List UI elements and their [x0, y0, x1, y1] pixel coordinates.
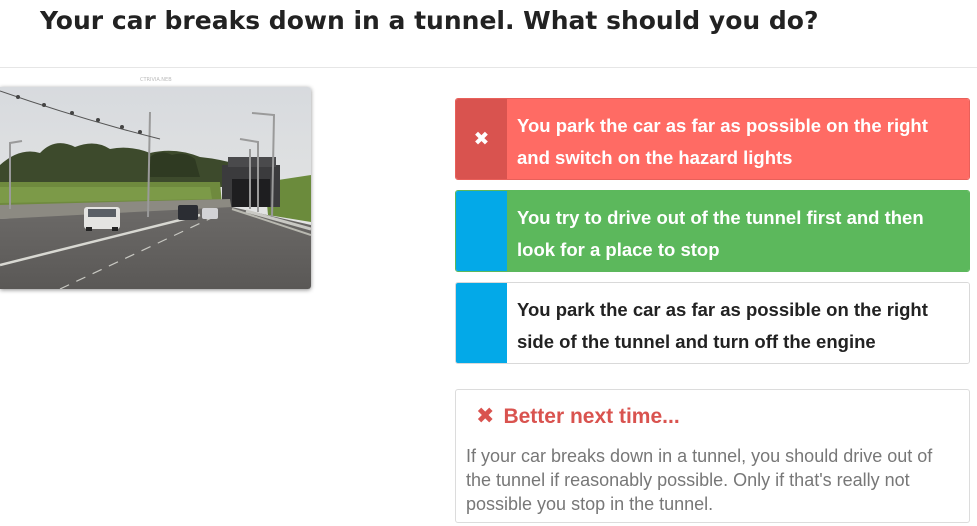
- question-header: Your car breaks down in a tunnel. What s…: [0, 0, 977, 68]
- answer-option-2[interactable]: You try to drive out of the tunnel first…: [455, 190, 970, 272]
- feedback-panel: ✖ Better next time... If your car breaks…: [455, 389, 970, 523]
- feedback-explanation: If your car breaks down in a tunnel, you…: [466, 446, 933, 514]
- answer-marker: [456, 191, 507, 271]
- answer-option-3[interactable]: You park the car as far as possible on t…: [455, 282, 970, 364]
- question-photo: [0, 87, 311, 289]
- car-1: [84, 207, 120, 231]
- question-title: Your car breaks down in a tunnel. What s…: [40, 6, 819, 35]
- road-tunnel-photo: [0, 87, 311, 289]
- answer-option-1[interactable]: ✖ You park the car as far as possible on…: [455, 98, 970, 180]
- feedback-title: Better next time...: [503, 404, 680, 428]
- close-icon: ✖: [476, 404, 495, 429]
- answer-marker-wrong: ✖: [456, 99, 507, 179]
- answer-marker: [456, 283, 507, 363]
- answer-text: You park the car as far as possible on t…: [507, 99, 969, 179]
- feedback-heading: ✖ Better next time...: [476, 404, 680, 429]
- answer-text: You park the car as far as possible on t…: [507, 283, 969, 363]
- close-icon: ✖: [473, 128, 490, 150]
- photo-credit: CTRIVIA.NEB: [140, 77, 172, 83]
- answer-text: You try to drive out of the tunnel first…: [507, 191, 969, 271]
